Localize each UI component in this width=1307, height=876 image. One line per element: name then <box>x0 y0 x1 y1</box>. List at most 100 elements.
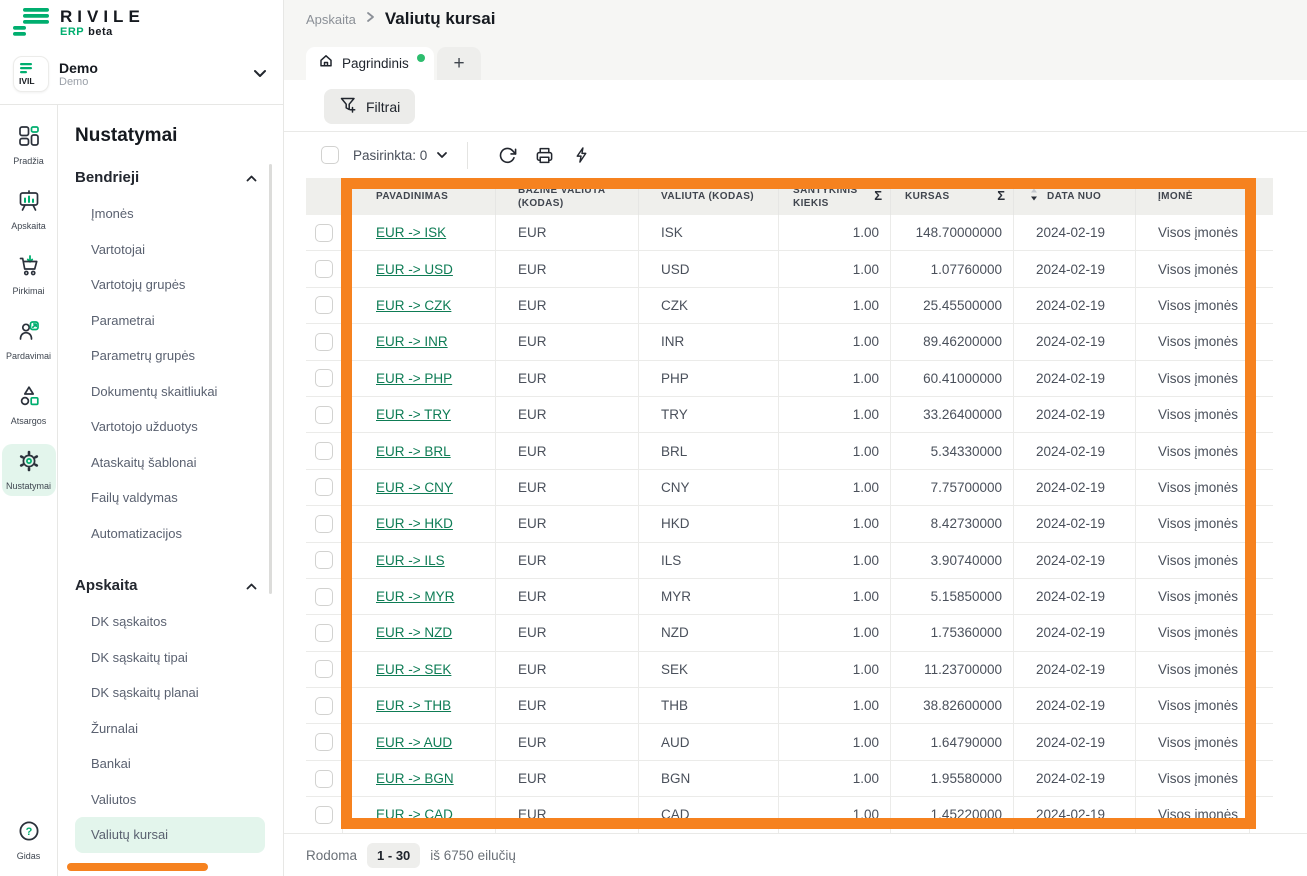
cell-rate: 38.82600000 <box>891 688 1014 723</box>
tab-pagrindinis[interactable]: Pagrindinis <box>306 47 434 80</box>
rail-item-nustatymai[interactable]: Nustatymai <box>2 444 56 496</box>
filters-button[interactable]: Filtrai <box>324 89 415 124</box>
row-checkbox[interactable] <box>315 406 333 424</box>
sidebar-item[interactable]: Parametrai <box>75 303 265 339</box>
rail-item-gidas[interactable]: ? Gidas <box>2 814 56 866</box>
row-checkbox[interactable] <box>315 733 333 751</box>
section-header-bendrieji[interactable]: Bendrieji <box>75 169 283 186</box>
add-tab-button[interactable]: + <box>437 47 481 80</box>
rail-item-pradzia[interactable]: Pradžia <box>2 119 56 171</box>
chevron-right-icon <box>366 10 375 28</box>
sidebar-item[interactable]: Failų valdymas <box>75 480 265 516</box>
cell-date-from: 2024-02-19 <box>1014 361 1136 396</box>
currency-pair-link[interactable]: EUR -> NZD <box>376 625 452 640</box>
cell-company: Visos įmonės <box>1136 797 1250 832</box>
row-checkbox[interactable] <box>315 224 333 242</box>
row-checkbox[interactable] <box>315 624 333 642</box>
sidebar-item[interactable]: Vartotojo užduotys <box>75 409 265 445</box>
table-row: EUR -> SEK EUR SEK 1.00 11.23700000 2024… <box>306 652 1273 688</box>
currency-pair-link[interactable]: EUR -> TRY <box>376 407 451 422</box>
refresh-button[interactable] <box>489 138 526 172</box>
header-data-nuo[interactable]: DATA NUO <box>1014 178 1136 215</box>
row-checkbox[interactable] <box>315 697 333 715</box>
sidebar-item-label: DK sąskaitų tipai <box>91 650 188 665</box>
row-checkbox[interactable] <box>315 770 333 788</box>
section-header-apskaita[interactable]: Apskaita <box>75 577 283 594</box>
currency-pair-link[interactable]: EUR -> CNY <box>376 480 453 495</box>
cell-relative-quantity: 1.00 <box>779 652 891 687</box>
row-checkbox[interactable] <box>315 296 333 314</box>
sidebar-item[interactable]: Parametrų grupės <box>75 338 265 374</box>
rail-item-atsargos[interactable]: Atsargos <box>2 379 56 431</box>
cell-name: EUR -> CNY <box>343 470 496 505</box>
sidebar-item[interactable]: Vartotojų grupės <box>75 267 265 303</box>
sidebar-item[interactable]: Automatizacijos <box>75 516 265 552</box>
sidebar-item[interactable]: Žurnalai <box>75 711 265 747</box>
header-bazine-valiuta[interactable]: BAZINĖ VALIUTA (KODAS) <box>496 178 639 215</box>
sidebar-item[interactable]: Valiutos <box>75 782 265 818</box>
row-checkbox[interactable] <box>315 442 333 460</box>
header-imone[interactable]: ĮMONĖ <box>1136 178 1250 215</box>
header-pavadinimas[interactable]: PAVADINIMAS <box>343 178 496 215</box>
row-checkbox[interactable] <box>315 260 333 278</box>
cell-empty <box>1250 288 1273 323</box>
header-valiuta-kodas[interactable]: VALIUTA (KODAS) <box>639 178 779 215</box>
company-selector[interactable]: IVIL Demo Demo <box>0 50 283 104</box>
currency-pair-link[interactable]: EUR -> BGN <box>376 771 454 786</box>
currency-pair-link[interactable]: EUR -> INR <box>376 334 448 349</box>
lightning-button[interactable] <box>563 138 600 172</box>
row-checkbox[interactable] <box>315 551 333 569</box>
currency-pair-link[interactable]: EUR -> USD <box>376 262 453 277</box>
currency-pair-link[interactable]: EUR -> HKD <box>376 516 453 531</box>
sidebar-item[interactable]: Valiutų kursai <box>75 817 265 853</box>
pagination-range-badge[interactable]: 1 - 30 <box>367 843 420 868</box>
sidebar-item[interactable]: Dokumentų skaitliukai <box>75 374 265 410</box>
header-kursas[interactable]: KURSAS Σ <box>891 178 1014 215</box>
row-checkbox[interactable] <box>315 806 333 824</box>
pagination-bar: Rodoma 1 - 30 iš 6750 eilučių <box>284 833 1307 876</box>
header-santykinis-kiekis[interactable]: SANTYKINIS KIEKIS Σ <box>779 178 891 215</box>
rail-item-pirkimai[interactable]: Pirkimai <box>2 249 56 301</box>
dashboard-icon <box>17 124 41 153</box>
sidebar-item[interactable]: Bankai <box>75 746 265 782</box>
cell-base-currency: EUR <box>496 579 639 614</box>
currency-pair-link[interactable]: EUR -> THB <box>376 698 451 713</box>
row-checkbox[interactable] <box>315 588 333 606</box>
cell-empty <box>1250 797 1273 832</box>
selection-chevron-down-icon[interactable] <box>436 146 448 164</box>
currency-pair-link[interactable]: EUR -> CZK <box>376 298 451 313</box>
sigma-icon[interactable]: Σ <box>874 188 882 205</box>
rail-item-pardavimai[interactable]: Pardavimai <box>2 314 56 366</box>
rail-item-apskaita[interactable]: Apskaita <box>2 184 56 236</box>
sidebar-item[interactable]: DK sąskaitos <box>75 604 265 640</box>
row-checkbox[interactable] <box>315 515 333 533</box>
currency-pair-link[interactable]: EUR -> MYR <box>376 589 454 604</box>
sidebar-item[interactable]: Ataskaitų šablonai <box>75 445 265 481</box>
row-checkbox[interactable] <box>315 333 333 351</box>
sidebar-item[interactable]: DK sąskaitų planai <box>75 675 265 711</box>
breadcrumb-parent[interactable]: Apskaita <box>306 12 356 27</box>
sigma-icon[interactable]: Σ <box>997 188 1005 205</box>
currency-pair-link[interactable]: EUR -> ISK <box>376 225 446 240</box>
sidebar-item-label: Failų valdymas <box>91 490 178 505</box>
row-checkbox[interactable] <box>315 369 333 387</box>
menu-scrollbar[interactable] <box>269 164 272 594</box>
cell-select <box>306 215 343 250</box>
sidebar-item[interactable]: Įmonės <box>75 196 265 232</box>
sidebar-item[interactable]: DK sąskaitų tipai <box>75 640 265 676</box>
currency-pair-link[interactable]: EUR -> PHP <box>376 371 452 386</box>
currency-pair-link[interactable]: EUR -> BRL <box>376 444 451 459</box>
sort-descending-icon[interactable] <box>1030 188 1038 205</box>
row-checkbox[interactable] <box>315 478 333 496</box>
currency-pair-link[interactable]: EUR -> CAD <box>376 807 453 822</box>
printer-button[interactable] <box>526 138 563 172</box>
cell-relative-quantity: 1.00 <box>779 215 891 250</box>
row-checkbox[interactable] <box>315 660 333 678</box>
currency-pair-link[interactable]: EUR -> SEK <box>376 662 451 677</box>
cell-date-from: 2024-02-19 <box>1014 215 1136 250</box>
cell-currency-code: HKD <box>639 506 779 541</box>
sidebar-item[interactable]: Vartotojai <box>75 232 265 268</box>
currency-pair-link[interactable]: EUR -> ILS <box>376 553 445 568</box>
currency-pair-link[interactable]: EUR -> AUD <box>376 735 452 750</box>
select-all-checkbox[interactable] <box>321 146 339 164</box>
